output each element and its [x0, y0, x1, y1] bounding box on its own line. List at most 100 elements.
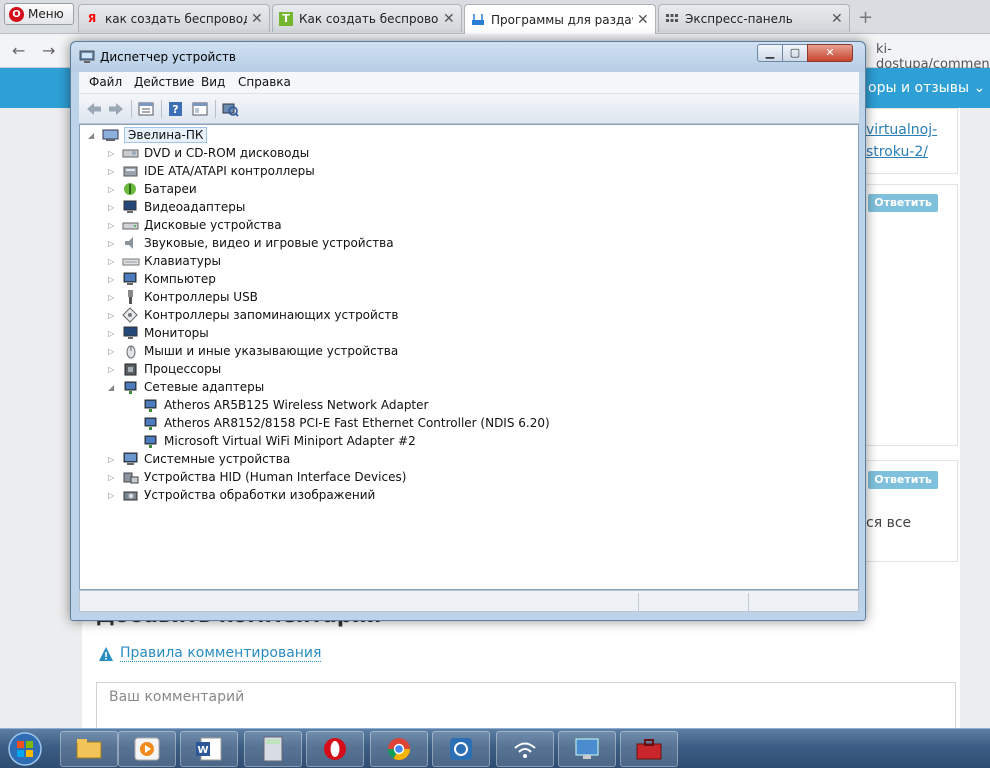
comment-link-fragment[interactable]: stroku-2/: [866, 144, 928, 160]
minimize-button[interactable]: ▁: [757, 44, 783, 62]
reply-button[interactable]: Ответить: [868, 194, 938, 212]
explorer-icon: [76, 739, 102, 759]
tree-category[interactable]: ▷ Контроллеры запоминающих устройств: [108, 306, 398, 324]
tree-device-network-adapter[interactable]: Atheros AR8152/8158 PCI-E Fast Ethernet …: [128, 414, 550, 432]
processor-icon: [124, 363, 137, 376]
tree-category[interactable]: ▷ Звуковые, видео и игровые устройства: [108, 234, 394, 252]
toolbar-separator: [215, 100, 216, 118]
reply-button[interactable]: Ответить: [868, 471, 938, 489]
tproger-icon: T: [279, 11, 293, 26]
menu-view[interactable]: Вид: [201, 75, 225, 89]
menu-help[interactable]: Справка: [238, 75, 291, 89]
window-titlebar[interactable]: Диспетчер устройств ▁ ▢ ✕: [71, 42, 865, 72]
tree-category[interactable]: ◢ Сетевые адаптеры: [108, 378, 264, 396]
yandex-icon: Я: [87, 11, 97, 25]
tab-yandex[interactable]: Я как создать беспроводно ✕: [78, 4, 270, 32]
status-separator: [638, 593, 639, 611]
taskbar-button-explorer[interactable]: [60, 731, 118, 767]
taskbar-button-toolbox[interactable]: [620, 731, 678, 767]
tab-close-icon[interactable]: ✕: [251, 11, 263, 27]
status-bar: [79, 590, 859, 612]
tree-category[interactable]: ▷ Дисковые устройства: [108, 216, 282, 234]
tree-category[interactable]: ▷ Видеоадаптеры: [108, 198, 245, 216]
tree-category[interactable]: ▷ Компьютер: [108, 270, 216, 288]
tree-category[interactable]: ▷ Контроллеры USB: [108, 288, 258, 306]
help-icon[interactable]: ?: [167, 101, 185, 117]
taskbar-button-calculator[interactable]: [244, 731, 302, 767]
start-button[interactable]: [4, 731, 46, 767]
tree-category[interactable]: ▷ Мониторы: [108, 324, 209, 342]
taskbar-button-connectify[interactable]: [432, 731, 490, 767]
expand-arrow-icon[interactable]: ▷: [108, 167, 118, 176]
tab-close-icon[interactable]: ✕: [831, 11, 843, 27]
browser-tab-bar: O Меню Я как создать беспроводно ✕ T Как…: [0, 0, 990, 34]
expand-arrow-icon[interactable]: ▷: [108, 329, 118, 338]
toolbar: ?: [79, 94, 859, 124]
expand-arrow-icon[interactable]: ▷: [108, 185, 118, 194]
expand-arrow-icon[interactable]: ▷: [108, 293, 118, 302]
keyboard-icon: [122, 258, 140, 266]
taskbar-button-network-monitor[interactable]: [558, 731, 616, 767]
expand-arrow-icon[interactable]: ▷: [108, 149, 118, 158]
tree-category[interactable]: ▷ Мыши и иные указывающие устройства: [108, 342, 398, 360]
tree-category[interactable]: ▷ Системные устройства: [108, 450, 290, 468]
expand-arrow-icon[interactable]: ▷: [108, 491, 118, 500]
media-player-icon: [134, 737, 160, 761]
tab-tproger[interactable]: T Как создать беспроводно ✕: [272, 4, 462, 32]
back-button[interactable]: ←: [12, 41, 25, 60]
comment-rules-link[interactable]: Правила комментирования: [98, 645, 322, 662]
tree-category[interactable]: ▷ IDE ATA/ATAPI контроллеры: [108, 162, 315, 180]
monitor-icon: [123, 326, 138, 339]
taskbar-button-wifi[interactable]: [496, 731, 554, 767]
close-button[interactable]: ✕: [807, 44, 853, 62]
expand-arrow-icon[interactable]: ▷: [108, 221, 118, 230]
expand-arrow-icon[interactable]: ▷: [108, 311, 118, 320]
reviews-menu-link[interactable]: оры и отзывы ⌄: [868, 80, 985, 96]
expand-arrow-icon[interactable]: ▷: [108, 347, 118, 356]
expand-arrow-icon[interactable]: ▷: [108, 257, 118, 266]
tree-category[interactable]: ▷ Батареи: [108, 180, 197, 198]
scan-hardware-icon[interactable]: [221, 101, 239, 117]
back-icon[interactable]: [85, 101, 103, 117]
tab-programs-active[interactable]: Программы для раздачи ✕: [464, 4, 656, 34]
expand-arrow-icon[interactable]: ▷: [108, 239, 118, 248]
tab-close-icon[interactable]: ✕: [443, 11, 455, 27]
menu-action[interactable]: Действие: [134, 75, 194, 89]
tree-item-label: Дисковые устройства: [144, 218, 282, 232]
forward-button[interactable]: →: [42, 41, 55, 60]
tree-item-label: Устройства HID (Human Interface Devices): [144, 470, 407, 484]
expand-arrow-icon[interactable]: ▷: [108, 365, 118, 374]
chrome-icon: [388, 738, 410, 760]
expand-arrow-icon[interactable]: ◢: [108, 383, 118, 392]
network-card-icon: [144, 417, 157, 430]
taskbar-button-word[interactable]: W: [180, 731, 238, 767]
comment-link-fragment[interactable]: virtualnoj-: [866, 122, 937, 138]
maximize-button[interactable]: ▢: [782, 44, 808, 62]
new-tab-button[interactable]: +: [858, 7, 873, 28]
expand-arrow-icon[interactable]: ▷: [108, 455, 118, 464]
expand-arrow-icon[interactable]: ▷: [108, 203, 118, 212]
tree-device-network-adapter[interactable]: Microsoft Virtual WiFi Miniport Adapter …: [128, 432, 416, 450]
expand-arrow-icon[interactable]: ◢: [88, 131, 98, 140]
taskbar-button-media-player[interactable]: [118, 731, 176, 767]
view-icon[interactable]: [191, 101, 209, 117]
tree-device-network-adapter[interactable]: Atheros AR5B125 Wireless Network Adapter: [128, 396, 428, 414]
tree-category[interactable]: ▷ Процессоры: [108, 360, 221, 378]
taskbar-button-opera[interactable]: [306, 731, 364, 767]
tree-item-label: Мыши и иные указывающие устройства: [144, 344, 399, 358]
opera-menu-button[interactable]: O Меню: [4, 3, 74, 25]
tab-close-icon[interactable]: ✕: [637, 12, 649, 28]
tree-root-computer[interactable]: ◢ Эвелина-ПК: [88, 126, 208, 144]
tree-category[interactable]: ▷ DVD и CD-ROM дисководы: [108, 144, 309, 162]
taskbar-button-chrome[interactable]: [370, 731, 428, 767]
tab-speed-dial[interactable]: Экспресс-панель ✕: [658, 4, 850, 32]
expand-arrow-icon[interactable]: ▷: [108, 275, 118, 284]
menu-file[interactable]: Файл: [89, 75, 122, 89]
tree-category[interactable]: ▷ Устройства HID (Human Interface Devices…: [108, 468, 406, 486]
tree-item-label: Компьютер: [144, 272, 216, 286]
properties-icon[interactable]: [137, 101, 155, 117]
tree-category[interactable]: ▷ Клавиатуры: [108, 252, 221, 270]
expand-arrow-icon[interactable]: ▷: [108, 473, 118, 482]
tree-category[interactable]: ▷ Устройства обработки изображений: [108, 486, 375, 504]
forward-icon[interactable]: [107, 101, 125, 117]
